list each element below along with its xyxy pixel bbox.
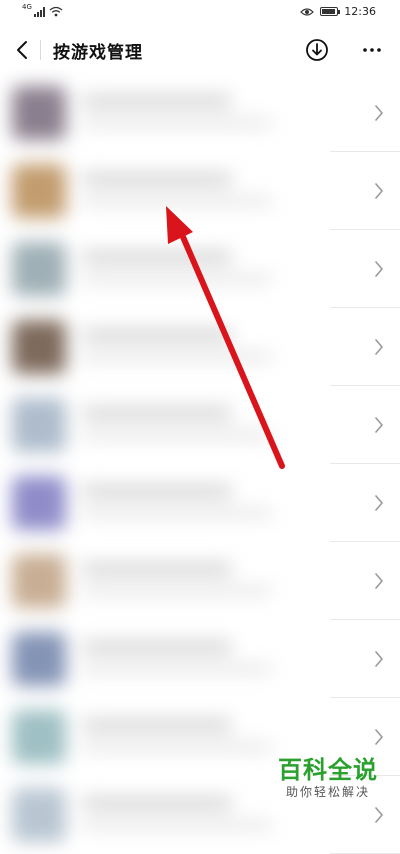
game-avatar <box>12 86 66 140</box>
game-name-placeholder <box>82 796 232 810</box>
chevron-right-icon <box>375 339 383 355</box>
game-name-placeholder <box>82 94 232 108</box>
blurred-content <box>0 308 330 386</box>
game-desc-placeholder <box>82 664 272 674</box>
blurred-content <box>0 230 330 308</box>
game-list <box>0 74 400 854</box>
game-name-placeholder <box>82 250 232 264</box>
blurred-content <box>0 386 330 464</box>
list-item[interactable] <box>0 230 400 308</box>
game-desc-placeholder <box>82 430 272 440</box>
game-name-placeholder <box>82 484 232 498</box>
blurred-content <box>0 74 330 152</box>
status-bar: 4G 12:36 <box>0 0 400 26</box>
network-type: 4G <box>22 3 32 11</box>
list-item[interactable] <box>0 152 400 230</box>
game-desc-placeholder <box>82 196 272 206</box>
game-desc-placeholder <box>82 118 272 128</box>
game-desc-placeholder <box>82 274 272 284</box>
blurred-content <box>0 464 330 542</box>
status-left: 4G <box>22 3 63 17</box>
game-name-placeholder <box>82 562 232 576</box>
chevron-right-icon <box>375 495 383 511</box>
game-avatar <box>12 554 66 608</box>
game-avatar <box>12 476 66 530</box>
blurred-content <box>0 620 330 698</box>
chevron-right-icon <box>375 261 383 277</box>
battery-icon <box>320 7 341 16</box>
list-item[interactable] <box>0 386 400 464</box>
game-name-placeholder <box>82 640 232 654</box>
chevron-right-icon <box>375 573 383 589</box>
chevron-right-icon <box>375 729 383 745</box>
game-desc-placeholder <box>82 586 272 596</box>
list-item[interactable] <box>0 464 400 542</box>
chevron-right-icon <box>375 651 383 667</box>
blurred-content <box>0 542 330 620</box>
eye-icon <box>300 7 315 16</box>
game-desc-placeholder <box>82 352 272 362</box>
chevron-right-icon <box>375 417 383 433</box>
status-right: 12:36 <box>300 5 376 18</box>
chevron-right-icon <box>375 807 383 823</box>
game-avatar <box>12 632 66 686</box>
download-icon[interactable] <box>305 38 329 62</box>
game-avatar <box>12 164 66 218</box>
watermark-subtitle: 助你轻松解决 <box>285 785 370 799</box>
list-item[interactable] <box>0 74 400 152</box>
game-avatar <box>12 398 66 452</box>
page-title: 按游戏管理 <box>53 43 143 63</box>
game-name-placeholder <box>82 328 232 342</box>
game-name-placeholder <box>82 406 232 420</box>
wifi-icon <box>49 6 63 17</box>
chevron-right-icon <box>375 183 383 199</box>
status-time: 12:36 <box>344 5 376 18</box>
game-avatar <box>12 788 66 842</box>
blurred-content <box>0 152 330 230</box>
game-avatar <box>12 710 66 764</box>
game-name-placeholder <box>82 172 232 186</box>
more-dots-icon[interactable] <box>360 38 384 62</box>
header-divider <box>40 40 41 60</box>
watermark: 百科全说 助你轻松解决 <box>268 756 388 800</box>
game-desc-placeholder <box>82 820 272 830</box>
list-item[interactable] <box>0 542 400 620</box>
game-avatar <box>12 242 66 296</box>
back-arrow-icon[interactable] <box>12 38 34 62</box>
game-name-placeholder <box>82 718 232 732</box>
list-item[interactable] <box>0 620 400 698</box>
list-item[interactable] <box>0 308 400 386</box>
game-desc-placeholder <box>82 508 272 518</box>
watermark-title: 百科全说 <box>278 756 378 784</box>
game-avatar <box>12 320 66 374</box>
nav-header: 按游戏管理 <box>0 26 400 74</box>
signal-icon <box>33 7 45 17</box>
chevron-right-icon <box>375 105 383 121</box>
game-desc-placeholder <box>82 742 272 752</box>
